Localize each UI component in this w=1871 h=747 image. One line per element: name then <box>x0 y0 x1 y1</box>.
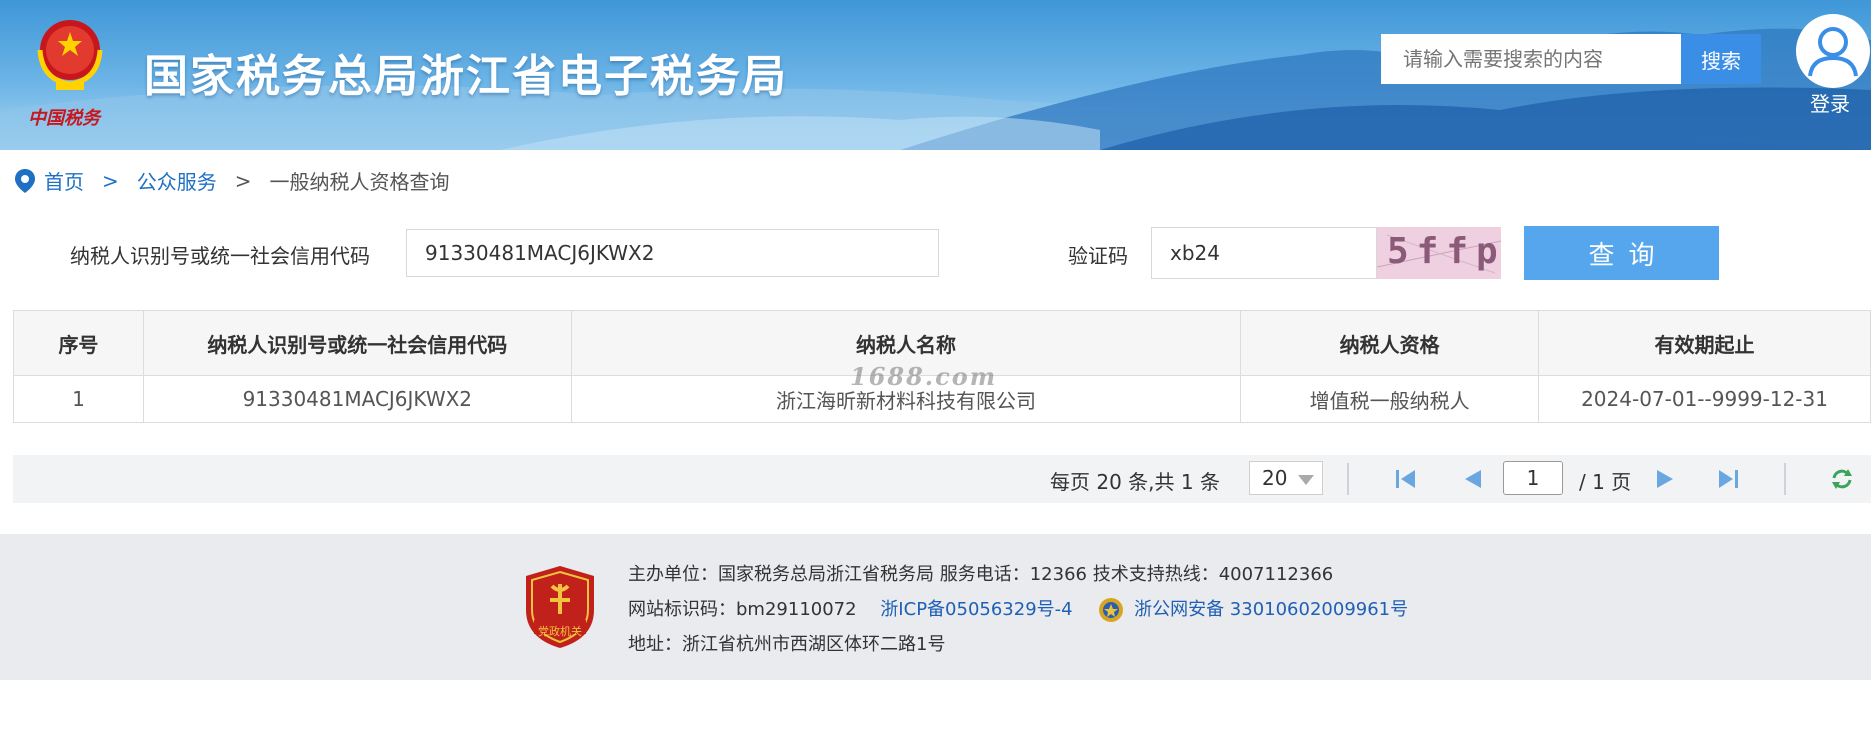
taxpayer-id-input[interactable]: 91330481MACJ6JKWX2 <box>406 229 939 277</box>
breadcrumb-home[interactable]: 首页 <box>44 166 84 195</box>
captcha-text: 5ffp <box>1387 231 1501 272</box>
taxpayer-id-label: 纳税人识别号或统一社会信用代码 <box>70 244 370 268</box>
column-header: 序号 <box>13 310 144 376</box>
cell-qualification: 增值税一般纳税人 <box>1240 375 1540 423</box>
page-number-input[interactable]: 1 <box>1503 461 1563 495</box>
column-header: 有效期起止 <box>1538 310 1871 376</box>
divider <box>1347 463 1349 495</box>
query-button[interactable]: 查询 <box>1524 226 1719 280</box>
breadcrumb: 首页 > 公众服务 > 一般纳税人资格查询 <box>14 166 450 195</box>
cell-taxpayer-id: 91330481MACJ6JKWX2 <box>142 375 572 423</box>
location-pin-icon <box>15 168 35 193</box>
breadcrumb-current: 一般纳税人资格查询 <box>269 170 450 194</box>
footer-organizer-line: 主办单位：国家税务总局浙江省税务局 服务电话：12366 技术支持热线：4007… <box>628 564 1334 585</box>
emblem-caption: 中国税务 <box>28 108 100 129</box>
last-page-icon[interactable] <box>1715 467 1741 491</box>
divider <box>1784 463 1786 495</box>
breadcrumb-separator: > <box>102 168 119 193</box>
total-pages: / 1 页 <box>1579 470 1632 494</box>
login-link[interactable]: 登录 <box>1810 88 1850 117</box>
footer-links-line: 网站标识码：bm29110072 浙ICP备05056329号-4 浙公网安备 … <box>628 595 1408 623</box>
breadcrumb-separator: > <box>234 168 252 193</box>
cell-validity: 2024-07-01--9999-12-31 <box>1538 375 1871 423</box>
pagination-bar: 每页 20 条,共 1 条 20 1 / 1 页 <box>13 455 1871 503</box>
cell-index: 1 <box>13 375 144 423</box>
breadcrumb-public-services[interactable]: 公众服务 <box>137 166 217 195</box>
previous-page-icon[interactable] <box>1459 467 1485 491</box>
next-page-icon[interactable] <box>1653 467 1679 491</box>
login-avatar-icon[interactable] <box>1796 14 1870 88</box>
captcha-input[interactable]: xb24 <box>1151 227 1377 279</box>
police-badge-icon <box>1099 598 1124 622</box>
icp-link[interactable]: 浙ICP备05056329号-4 <box>880 599 1072 620</box>
page-size-value: 20 <box>1262 466 1288 490</box>
column-header: 纳税人识别号或统一社会信用代码 <box>142 310 572 376</box>
search-input[interactable] <box>1381 34 1681 84</box>
site-id: 网站标识码：bm29110072 <box>628 599 857 620</box>
captcha-label: 验证码 <box>1068 244 1128 268</box>
refresh-icon[interactable] <box>1829 467 1855 491</box>
page-size-select[interactable]: 20 <box>1249 461 1323 495</box>
police-record-link[interactable]: 浙公网安备 33010602009961号 <box>1134 599 1408 620</box>
footer-address: 地址：浙江省杭州市西湖区体环二路1号 <box>628 634 946 655</box>
pagination-summary: 每页 20 条,共 1 条 <box>1050 470 1220 494</box>
first-page-icon[interactable] <box>1393 467 1419 491</box>
watermark: 1688.com <box>850 362 998 391</box>
badge-text: 党政机关 <box>538 625 582 638</box>
site-title: 国家税务总局浙江省电子税务局 <box>144 51 788 102</box>
chevron-down-icon <box>1298 475 1314 485</box>
column-header: 纳税人资格 <box>1240 310 1540 376</box>
captcha-image[interactable]: 5ffp <box>1377 227 1501 279</box>
search-button[interactable]: 搜索 <box>1681 34 1761 84</box>
site-footer: 党政机关 主办单位：国家税务总局浙江省税务局 服务电话：12366 技术支持热线… <box>0 534 1871 680</box>
site-header: 中国税务 国家税务总局浙江省电子税务局 搜索 登录 <box>0 0 1871 150</box>
